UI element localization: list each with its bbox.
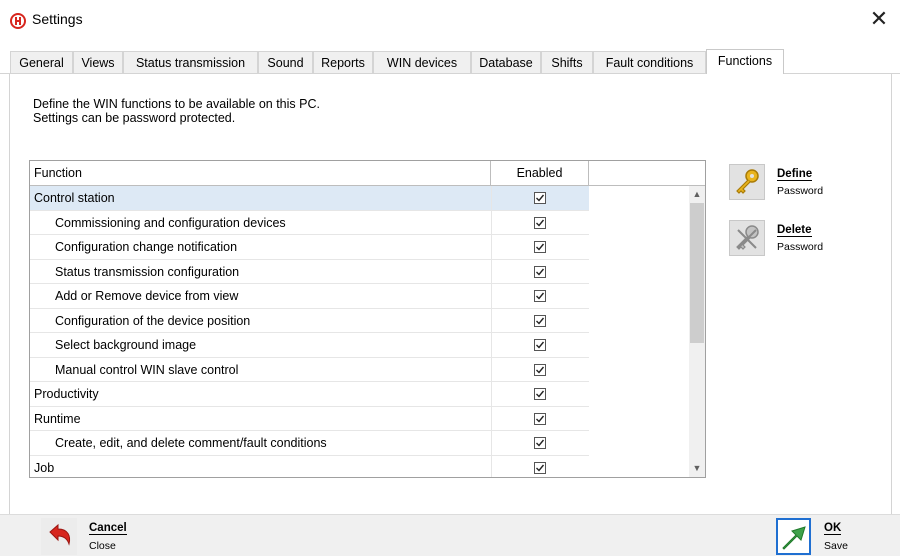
table-row[interactable]: Select background image — [30, 333, 589, 358]
enabled-cell — [491, 186, 589, 210]
function-label: Create, edit, and delete comment/fault c… — [55, 436, 327, 450]
enabled-cell — [491, 259, 589, 284]
enabled-cell — [491, 235, 589, 259]
ok-title: OK — [824, 522, 842, 535]
title-bar: Settings ✕ — [0, 0, 900, 40]
enabled-cell — [491, 284, 589, 308]
tab-fault-conditions[interactable]: Fault conditions — [593, 51, 706, 73]
scroll-down-icon[interactable]: ▼ — [689, 460, 705, 477]
define-title: Define — [777, 168, 813, 181]
tab-reports[interactable]: Reports — [313, 51, 373, 73]
enabled-checkbox[interactable] — [534, 241, 546, 253]
enabled-checkbox[interactable] — [534, 290, 546, 302]
enabled-checkbox[interactable] — [534, 412, 546, 425]
function-label: Status transmission configuration — [55, 264, 240, 279]
save-arrow-icon — [776, 518, 812, 555]
tab-status-transmission[interactable]: Status transmission — [123, 51, 258, 73]
enabled-checkbox[interactable] — [534, 265, 546, 278]
tab-general[interactable]: General — [10, 51, 73, 73]
function-label: Productivity — [34, 387, 99, 401]
cancel-subtitle: Close — [89, 540, 116, 552]
define-password-button[interactable]: Define Password — [729, 164, 849, 204]
table-row[interactable]: Control station — [30, 186, 589, 211]
enabled-cell — [491, 333, 589, 357]
description-line-1: Define the WIN functions to be available… — [33, 97, 320, 111]
tab-shifts[interactable]: Shifts — [541, 51, 593, 73]
vertical-scrollbar[interactable]: ▲ ▼ — [689, 186, 705, 477]
scroll-up-icon[interactable]: ▲ — [689, 186, 705, 203]
function-label: Control station — [34, 191, 115, 205]
enabled-checkbox[interactable] — [534, 461, 546, 474]
enabled-cell — [491, 210, 589, 235]
table-header: Function Enabled — [30, 161, 705, 186]
enabled-checkbox[interactable] — [534, 339, 546, 351]
table-row[interactable]: Runtime — [30, 406, 589, 431]
tab-database[interactable]: Database — [471, 51, 541, 73]
header-enabled[interactable]: Enabled — [491, 161, 589, 185]
functions-table: Function Enabled Control station Commissi… — [29, 160, 706, 478]
scroll-thumb[interactable] — [690, 203, 704, 343]
enabled-cell — [491, 431, 589, 455]
close-icon[interactable]: ✕ — [866, 6, 892, 32]
app-logo-icon — [10, 13, 26, 29]
function-label: Job — [34, 460, 55, 475]
description-line-2: Settings can be password protected. — [33, 111, 236, 125]
function-label: Manual control WIN slave control — [55, 362, 239, 377]
table-row[interactable]: Commissioning and configuration devices — [30, 210, 589, 235]
tab-functions[interactable]: Functions — [706, 49, 784, 74]
enabled-cell — [491, 382, 589, 406]
tab-win-devices[interactable]: WIN devices — [373, 51, 471, 73]
enabled-checkbox[interactable] — [534, 314, 546, 327]
key-icon — [729, 164, 765, 200]
delete-title: Delete — [777, 224, 812, 237]
description-text: Define the WIN functions to be available… — [33, 97, 320, 125]
function-label: Configuration of the device position — [55, 313, 251, 328]
table-row[interactable]: Productivity — [30, 382, 589, 407]
enabled-cell — [491, 357, 589, 382]
table-row[interactable]: Status transmission configuration — [30, 259, 589, 284]
table-row[interactable]: Add or Remove device from view — [30, 284, 589, 309]
enabled-checkbox[interactable] — [534, 437, 546, 449]
enabled-cell — [491, 308, 589, 333]
enabled-cell — [491, 406, 589, 431]
table-row[interactable]: Configuration of the device position — [30, 308, 589, 333]
ok-button[interactable]: OK Save — [776, 518, 896, 555]
table-row[interactable]: Create, edit, and delete comment/fault c… — [30, 431, 589, 456]
tab-sound[interactable]: Sound — [258, 51, 313, 73]
delete-key-icon — [729, 220, 765, 256]
tab-views[interactable]: Views — [73, 51, 123, 73]
cancel-button[interactable]: Cancel Close — [41, 518, 161, 555]
function-label: Select background image — [55, 338, 197, 352]
enabled-checkbox[interactable] — [534, 216, 546, 229]
enabled-checkbox[interactable] — [534, 363, 546, 376]
table-row[interactable]: Manual control WIN slave control — [30, 357, 589, 382]
delete-subtitle: Password — [777, 241, 824, 253]
undo-arrow-icon — [41, 518, 77, 555]
header-function[interactable]: Function — [30, 161, 491, 185]
table-row[interactable]: Configuration change notification — [30, 235, 589, 260]
cancel-title: Cancel — [89, 522, 127, 535]
delete-password-button[interactable]: Delete Password — [729, 220, 849, 260]
enabled-checkbox[interactable] — [534, 388, 546, 400]
table-body: Control station Commissioning and configu… — [30, 186, 690, 477]
function-label: Commissioning and configuration devices — [55, 215, 286, 230]
table-row[interactable]: Job — [30, 455, 589, 477]
window-title: Settings — [32, 11, 83, 27]
define-subtitle: Password — [777, 185, 824, 197]
function-label: Configuration change notification — [55, 240, 238, 254]
enabled-checkbox[interactable] — [534, 192, 546, 204]
ok-subtitle: Save — [824, 540, 848, 552]
function-label: Runtime — [34, 411, 81, 426]
enabled-cell — [491, 455, 589, 477]
function-label: Add or Remove device from view — [55, 289, 239, 303]
